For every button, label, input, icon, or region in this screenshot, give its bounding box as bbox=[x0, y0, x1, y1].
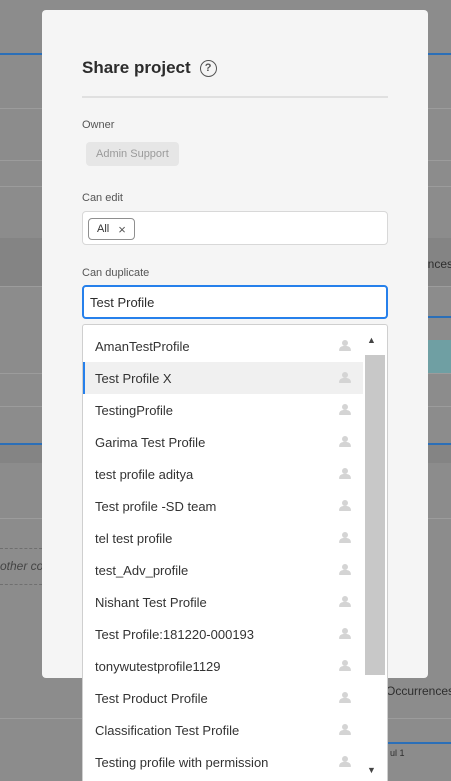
list-item-label: Test profile -SD team bbox=[95, 498, 217, 514]
scroll-down-icon[interactable]: ▼ bbox=[367, 765, 376, 775]
list-item[interactable]: Test Product Profile bbox=[83, 682, 363, 714]
list-item[interactable]: TestingProfile bbox=[83, 394, 363, 426]
profile-suggestions-list: AmanTestProfile Test Profile X TestingPr… bbox=[82, 324, 388, 781]
list-item[interactable]: Garima Test Profile bbox=[83, 426, 363, 458]
list-item-label: Classification Test Profile bbox=[95, 722, 240, 738]
tag-label: All bbox=[97, 223, 110, 235]
list-item-label: Garima Test Profile bbox=[95, 434, 206, 450]
header-divider bbox=[82, 96, 388, 98]
list-item-label: tel test profile bbox=[95, 530, 173, 546]
user-icon bbox=[339, 564, 351, 576]
can-edit-field[interactable]: All × bbox=[82, 211, 388, 245]
can-duplicate-input[interactable] bbox=[82, 285, 388, 319]
owner-label: Owner bbox=[82, 119, 115, 131]
list-item[interactable]: Nishant Test Profile bbox=[83, 586, 363, 618]
list-item-label: TestingProfile bbox=[95, 402, 174, 418]
help-icon[interactable]: ? bbox=[199, 59, 217, 77]
background-divider bbox=[388, 742, 451, 744]
background-cell-text: ul 1 bbox=[390, 748, 405, 758]
user-icon bbox=[339, 724, 351, 736]
scrollbar-thumb[interactable] bbox=[365, 355, 385, 675]
list-item[interactable]: test_Adv_profile bbox=[83, 554, 363, 586]
list-item-label: Test Profile:181220-000193 bbox=[95, 626, 255, 642]
tag-all: All × bbox=[88, 218, 135, 240]
list-item-label: Nishant Test Profile bbox=[95, 594, 207, 610]
list-item[interactable]: Test Profile:181220-000193 bbox=[83, 618, 363, 650]
remove-tag-icon[interactable]: × bbox=[118, 223, 126, 236]
user-icon bbox=[339, 340, 351, 352]
dialog-header: Share project ? bbox=[82, 58, 217, 78]
list-item[interactable]: Test Profile X bbox=[83, 362, 363, 394]
user-icon bbox=[339, 532, 351, 544]
background-dashed-line bbox=[0, 548, 42, 549]
user-icon bbox=[339, 628, 351, 640]
list-item[interactable]: Testing profile with permission bbox=[83, 746, 363, 778]
list-item-label: tonywutestprofile1129 bbox=[95, 658, 221, 674]
user-icon bbox=[339, 660, 351, 672]
list-item-label: Testing profile with permission bbox=[95, 754, 269, 770]
user-icon bbox=[339, 500, 351, 512]
user-icon bbox=[339, 756, 351, 768]
list-item[interactable]: tonywutestprofile1129 bbox=[83, 650, 363, 682]
background-dashed-line bbox=[0, 584, 42, 585]
list-item-label: AmanTestProfile bbox=[95, 338, 190, 354]
user-icon bbox=[339, 468, 351, 480]
owner-chip: Admin Support bbox=[86, 142, 179, 166]
list-item[interactable]: tel test profile bbox=[83, 522, 363, 554]
list-item-label: test_Adv_profile bbox=[95, 562, 189, 578]
list-item-label: Test Profile X bbox=[95, 370, 172, 386]
list-item[interactable]: Test profile -SD team bbox=[83, 490, 363, 522]
list-item[interactable]: Classification Test Profile bbox=[83, 714, 363, 746]
background-column-header: Occurrences bbox=[386, 684, 451, 698]
can-edit-label: Can edit bbox=[82, 192, 123, 204]
dialog-title: Share project bbox=[82, 58, 191, 77]
user-icon bbox=[339, 436, 351, 448]
background-cell-text: other co bbox=[0, 559, 44, 573]
list-item[interactable]: test profile aditya bbox=[83, 458, 363, 490]
user-icon bbox=[339, 692, 351, 704]
user-icon bbox=[339, 404, 351, 416]
list-item-label: test profile aditya bbox=[95, 466, 194, 482]
user-icon bbox=[339, 596, 351, 608]
list-item[interactable]: AmanTestProfile bbox=[83, 330, 363, 362]
user-icon bbox=[339, 372, 351, 384]
can-duplicate-label: Can duplicate bbox=[82, 267, 150, 279]
list-item-label: Test Product Profile bbox=[95, 690, 208, 706]
scroll-up-icon[interactable]: ▲ bbox=[367, 335, 376, 345]
